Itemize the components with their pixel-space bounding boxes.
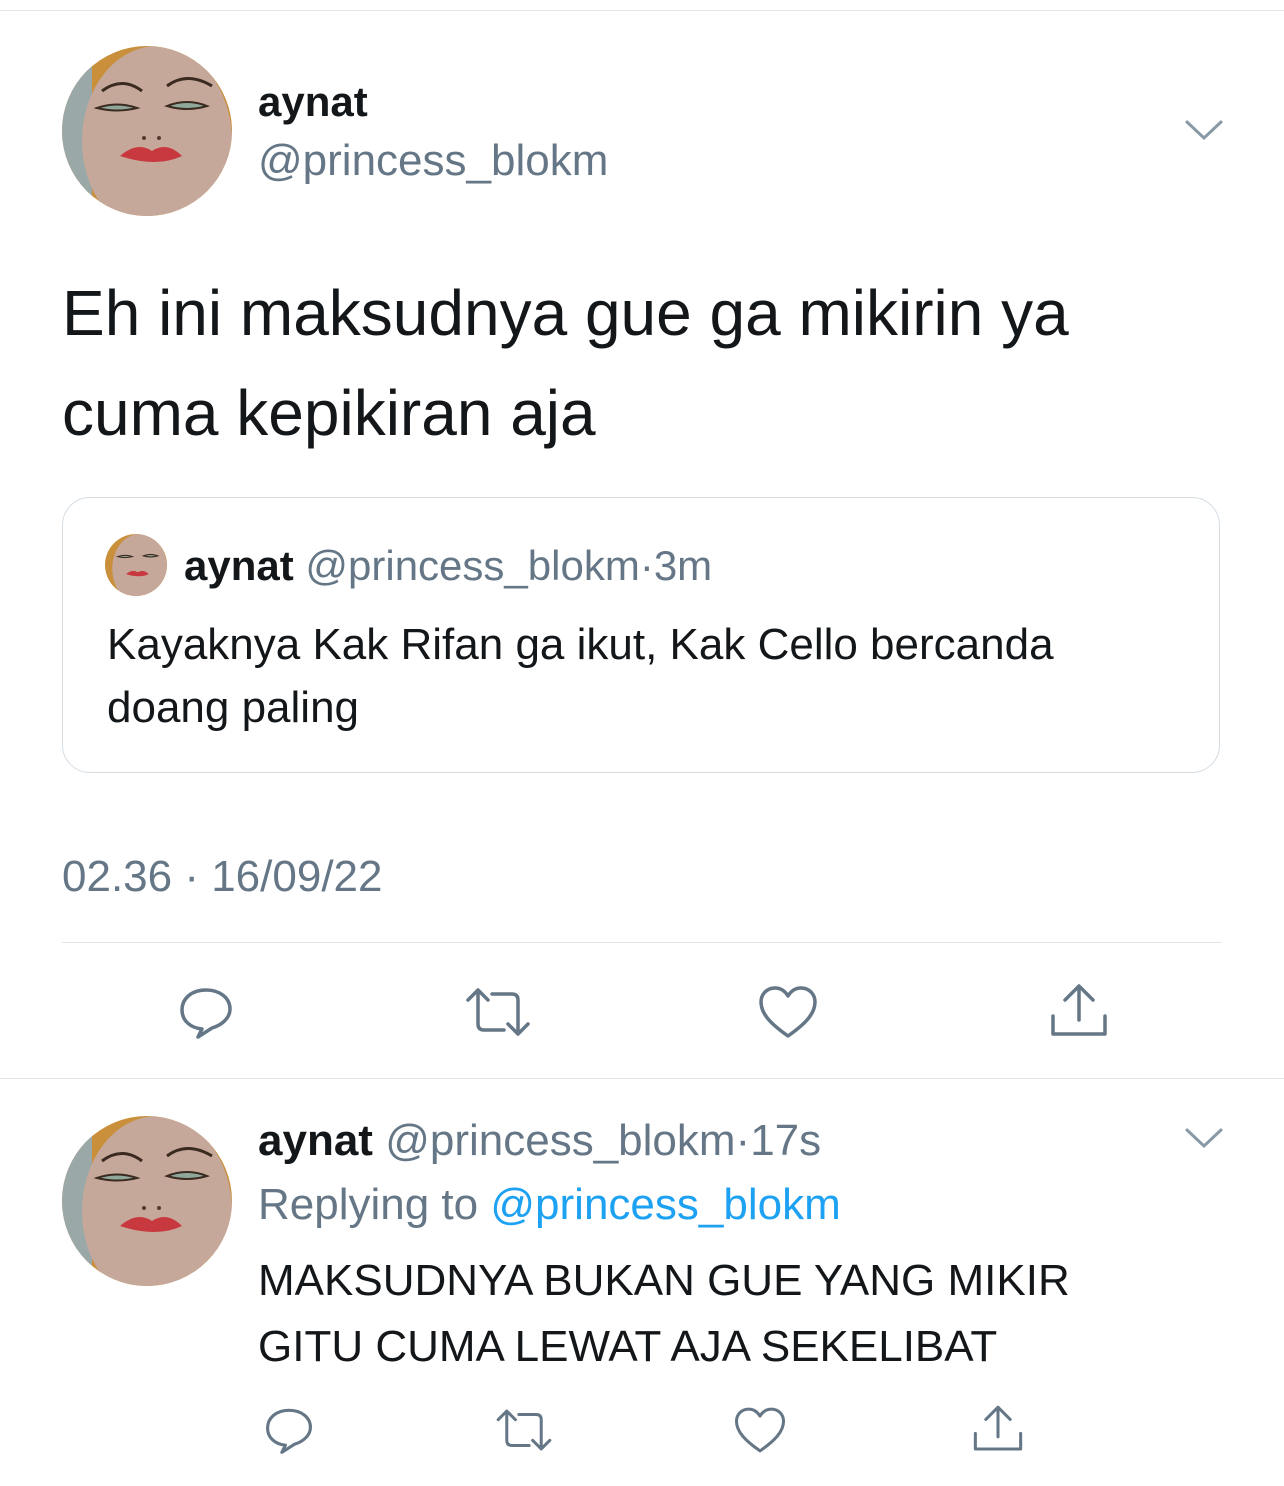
quoted-header: aynat @princess_blokm·3m: [184, 542, 712, 590]
reply-text-line-1: MAKSUDNYA BUKAN GUE YANG MIKIR: [258, 1256, 1070, 1305]
share-icon[interactable]: [1044, 978, 1114, 1044]
retweet-icon[interactable]: [460, 980, 536, 1044]
avatar-image: [62, 46, 232, 216]
chevron-down-icon[interactable]: [1184, 116, 1224, 149]
separator-dot: ·: [735, 1116, 751, 1165]
quoted-tweet[interactable]: aynat @princess_blokm·3m Kayaknya Kak Ri…: [62, 497, 1220, 773]
replying-handle-link[interactable]: @princess_blokm: [490, 1180, 840, 1229]
quoted-text-line-2: doang paling: [107, 683, 360, 732]
replying-to: Replying to @princess_blokm: [258, 1180, 841, 1230]
reply-icon[interactable]: [258, 1400, 320, 1460]
reply-handle[interactable]: @princess_blokm: [385, 1116, 735, 1165]
quoted-display-name: aynat: [184, 542, 294, 589]
tweet-separator: [0, 1078, 1284, 1079]
quoted-handle: @princess_blokm: [305, 542, 640, 589]
heart-icon[interactable]: [728, 1400, 792, 1460]
tweet-timestamp[interactable]: 02.36 · 16/09/22: [62, 852, 382, 902]
reply-time: 17s: [750, 1116, 822, 1165]
replying-label: Replying to: [258, 1180, 479, 1229]
actions-divider: [62, 942, 1222, 943]
reply-header: aynat @princess_blokm·17s: [258, 1116, 821, 1166]
tweet-text-line-2: cuma kepikiran aja: [62, 377, 596, 449]
quoted-text-line-1: Kayaknya Kak Rifan ga ikut, Kak Cello be…: [107, 620, 1054, 669]
share-icon[interactable]: [966, 1398, 1030, 1460]
quoted-time: 3m: [653, 542, 713, 589]
tweet-text-line-1: Eh ini maksudnya gue ga mikirin ya: [62, 277, 1069, 349]
reply-avatar[interactable]: [62, 1116, 232, 1286]
chevron-down-icon[interactable]: [1184, 1124, 1224, 1157]
avatar[interactable]: [62, 46, 232, 216]
heart-icon[interactable]: [752, 980, 824, 1044]
handle[interactable]: @princess_blokm: [258, 136, 608, 186]
reply-icon[interactable]: [170, 980, 242, 1044]
display-name[interactable]: aynat: [258, 78, 368, 126]
reply-text-line-2: GITU CUMA LEWAT AJA SEKELIBAT: [258, 1322, 998, 1371]
retweet-icon[interactable]: [490, 1400, 558, 1460]
reply-display-name[interactable]: aynat: [258, 1116, 373, 1165]
top-divider: [0, 10, 1284, 11]
quoted-avatar: [105, 534, 167, 596]
separator-dot: ·: [639, 542, 654, 589]
